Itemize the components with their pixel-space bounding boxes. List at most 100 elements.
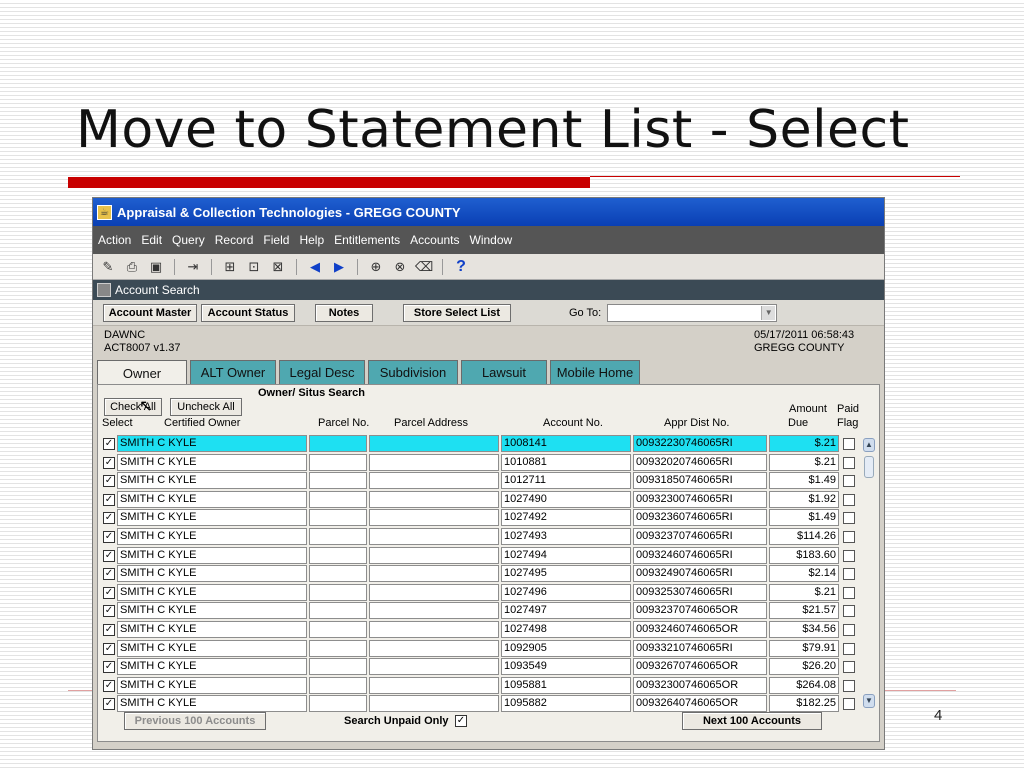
select-checkbox[interactable]: ✓: [103, 438, 115, 450]
parcel-address-cell[interactable]: [369, 583, 499, 601]
parcel-no-cell[interactable]: [309, 658, 367, 676]
select-checkbox[interactable]: ✓: [103, 456, 115, 469]
account-no-cell[interactable]: 1095881: [501, 676, 631, 694]
paid-flag-checkbox[interactable]: [843, 661, 855, 674]
print-preview-icon[interactable]: ▣: [147, 258, 165, 276]
select-checkbox[interactable]: ✓: [103, 568, 115, 581]
query-execute-icon[interactable]: ⊡: [245, 258, 263, 276]
appr-dist-no-cell[interactable]: 00932360746065RI: [633, 509, 767, 527]
owner-cell[interactable]: SMITH C KYLE: [117, 435, 307, 452]
amount-due-cell[interactable]: $26.20: [769, 658, 839, 676]
amount-due-cell[interactable]: $183.60: [769, 546, 839, 564]
parcel-address-cell[interactable]: [369, 528, 499, 545]
amount-due-cell[interactable]: $114.26: [769, 528, 839, 545]
parcel-no-cell[interactable]: [309, 602, 367, 620]
clear-record-icon[interactable]: ⌫: [415, 258, 433, 276]
goto-select[interactable]: ▼: [607, 303, 778, 322]
select-checkbox[interactable]: ✓: [103, 475, 115, 488]
tab-owner[interactable]: Owner: [97, 360, 187, 385]
select-checkbox[interactable]: ✓: [103, 624, 115, 636]
paid-flag-checkbox[interactable]: [843, 605, 855, 618]
parcel-address-cell[interactable]: [369, 509, 499, 527]
parcel-no-cell[interactable]: [309, 472, 367, 490]
menu-accounts[interactable]: Accounts: [410, 233, 459, 247]
amount-due-cell[interactable]: $34.56: [769, 621, 839, 638]
owner-cell[interactable]: SMITH C KYLE: [117, 676, 307, 694]
paid-flag-checkbox[interactable]: [843, 624, 855, 636]
parcel-address-cell[interactable]: [369, 676, 499, 694]
tab-mobile-home[interactable]: Mobile Home: [550, 360, 640, 384]
account-no-cell[interactable]: 1027497: [501, 602, 631, 620]
previous-record-icon[interactable]: ◀: [306, 258, 324, 276]
appr-dist-no-cell[interactable]: 00932370746065OR: [633, 602, 767, 620]
parcel-no-cell[interactable]: [309, 435, 367, 452]
parcel-address-cell[interactable]: [369, 453, 499, 471]
menu-field[interactable]: Field: [263, 233, 289, 247]
notes-button[interactable]: Notes: [315, 303, 373, 322]
account-no-cell[interactable]: 1027493: [501, 528, 631, 545]
owner-cell[interactable]: SMITH C KYLE: [117, 528, 307, 545]
appr-dist-no-cell[interactable]: 00932230746065RI: [633, 435, 767, 452]
account-no-cell[interactable]: 1027495: [501, 565, 631, 583]
appr-dist-no-cell[interactable]: 00933210746065RI: [633, 639, 767, 657]
menu-query[interactable]: Query: [172, 233, 205, 247]
check-all-button[interactable]: Check All: [104, 398, 162, 416]
parcel-address-cell[interactable]: [369, 472, 499, 490]
appr-dist-no-cell[interactable]: 00932020746065RI: [633, 453, 767, 471]
tab-subdivision[interactable]: Subdivision: [368, 360, 458, 384]
amount-due-cell[interactable]: $.21: [769, 435, 839, 452]
account-no-cell[interactable]: 1008141: [501, 435, 631, 452]
menu-action[interactable]: Action: [98, 233, 131, 247]
owner-cell[interactable]: SMITH C KYLE: [117, 546, 307, 564]
table-row[interactable]: ✓ SMITH C KYLE 1008141 00932230746065RI $.21: [103, 435, 863, 452]
amount-due-cell[interactable]: $1.92: [769, 490, 839, 508]
appr-dist-no-cell[interactable]: 00932460746065RI: [633, 546, 767, 564]
table-row[interactable]: ✓ SMITH C KYLE 1027494 00932460746065RI $183…: [103, 546, 863, 564]
parcel-no-cell[interactable]: [309, 453, 367, 471]
owner-cell[interactable]: SMITH C KYLE: [117, 453, 307, 471]
paid-flag-checkbox[interactable]: [843, 642, 855, 655]
select-checkbox[interactable]: ✓: [103, 605, 115, 618]
select-checkbox[interactable]: ✓: [103, 679, 115, 692]
tab-lawsuit[interactable]: Lawsuit: [461, 360, 547, 384]
table-row[interactable]: ✓ SMITH C KYLE 1027497 00932370746065OR $21.…: [103, 602, 863, 620]
appr-dist-no-cell[interactable]: 00931850746065RI: [633, 472, 767, 490]
table-row[interactable]: ✓ SMITH C KYLE 1027493 00932370746065RI $114…: [103, 528, 863, 545]
save-icon[interactable]: ✎: [99, 258, 117, 276]
parcel-address-cell[interactable]: [369, 639, 499, 657]
account-no-cell[interactable]: 1010881: [501, 453, 631, 471]
owner-cell[interactable]: SMITH C KYLE: [117, 509, 307, 527]
owner-cell[interactable]: SMITH C KYLE: [117, 472, 307, 490]
select-checkbox[interactable]: ✓: [103, 549, 115, 562]
account-no-cell[interactable]: 1093549: [501, 658, 631, 676]
owner-cell[interactable]: SMITH C KYLE: [117, 490, 307, 508]
table-row[interactable]: ✓ SMITH C KYLE 1027498 00932460746065OR $34.…: [103, 621, 863, 638]
parcel-address-cell[interactable]: [369, 565, 499, 583]
account-no-cell[interactable]: 1012711: [501, 472, 631, 490]
parcel-no-cell[interactable]: [309, 621, 367, 638]
parcel-no-cell[interactable]: [309, 528, 367, 545]
parcel-address-cell[interactable]: [369, 621, 499, 638]
appr-dist-no-cell[interactable]: 00932300746065RI: [633, 490, 767, 508]
appr-dist-no-cell[interactable]: 00932670746065OR: [633, 658, 767, 676]
account-no-cell[interactable]: 1027496: [501, 583, 631, 601]
tab-legal-desc[interactable]: Legal Desc: [279, 360, 365, 384]
owner-cell[interactable]: SMITH C KYLE: [117, 621, 307, 638]
menu-edit[interactable]: Edit: [141, 233, 162, 247]
paid-flag-checkbox[interactable]: [843, 493, 855, 506]
appr-dist-no-cell[interactable]: 00932460746065OR: [633, 621, 767, 638]
next-100-button[interactable]: Next 100 Accounts: [682, 712, 822, 730]
parcel-no-cell[interactable]: [309, 565, 367, 583]
insert-record-icon[interactable]: ⊕: [367, 258, 385, 276]
select-checkbox[interactable]: ✓: [103, 642, 115, 655]
vertical-scrollbar[interactable]: ▲ ▼: [863, 438, 875, 708]
paid-flag-checkbox[interactable]: [843, 438, 855, 450]
appr-dist-no-cell[interactable]: 00932490746065RI: [633, 565, 767, 583]
table-row[interactable]: ✓ SMITH C KYLE 1012711 00931850746065RI $1.4…: [103, 472, 863, 490]
parcel-address-cell[interactable]: [369, 658, 499, 676]
owner-cell[interactable]: SMITH C KYLE: [117, 565, 307, 583]
account-no-cell[interactable]: 1027494: [501, 546, 631, 564]
paid-flag-checkbox[interactable]: [843, 456, 855, 469]
select-checkbox[interactable]: ✓: [103, 531, 115, 543]
delete-record-icon[interactable]: ⊗: [391, 258, 409, 276]
